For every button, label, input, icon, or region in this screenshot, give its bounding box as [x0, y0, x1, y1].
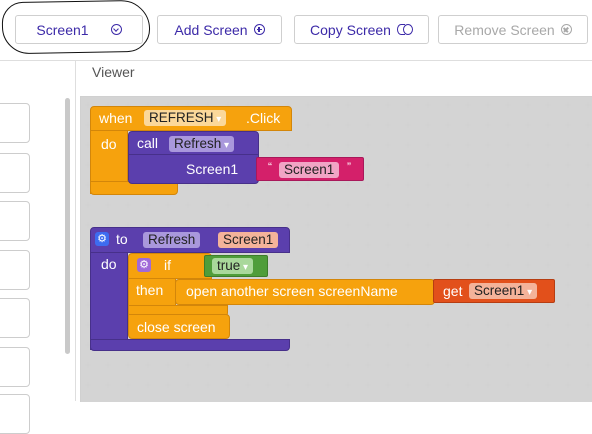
mutator-gear-icon[interactable]: ⚙	[137, 258, 151, 272]
plus-circle-icon	[253, 24, 265, 35]
call-label: call	[137, 135, 159, 151]
toolbar: Screen1 Add Screen Copy Screen Remove Sc…	[0, 0, 592, 60]
toolbar-divider	[0, 60, 592, 61]
procedure-param-field[interactable]: Screen1	[218, 232, 279, 248]
open-another-screen-label: open another screen screenName	[186, 283, 398, 299]
blocks-workspace[interactable]: when REFRESH .Click do call Refresh Scre…	[80, 96, 592, 402]
gear-icon[interactable]: ⚙	[95, 232, 109, 246]
when-label: when	[99, 110, 133, 126]
drawer-item[interactable]	[0, 201, 30, 241]
do-label: do	[101, 136, 117, 152]
then-label: then	[136, 282, 164, 298]
procedure-name-field[interactable]: Refresh	[143, 232, 201, 248]
drawer-item[interactable]	[0, 103, 30, 143]
ink-annotation-circle	[1, 0, 151, 55]
component-dropdown[interactable]: REFRESH	[144, 110, 227, 126]
add-screen-label: Add Screen	[174, 21, 248, 38]
event-name-label: .Click	[246, 110, 281, 126]
get-variable-dropdown[interactable]: Screen1	[469, 283, 538, 299]
drawer-item[interactable]	[0, 298, 30, 338]
text-string-value[interactable]: Screen1	[279, 162, 340, 178]
remove-screen-button[interactable]: Remove Screen	[438, 15, 588, 44]
close-screen-label: close screen	[137, 319, 216, 335]
quote-close-label: ”	[347, 160, 351, 174]
viewer-title: Viewer	[92, 64, 135, 80]
drawer-item[interactable]	[0, 347, 30, 387]
remove-screen-label: Remove Screen	[454, 21, 555, 38]
drawer-item[interactable]	[0, 153, 30, 193]
argument-name-label: Screen1	[186, 161, 239, 177]
add-screen-button[interactable]: Add Screen	[157, 15, 282, 44]
panel-divider	[75, 60, 76, 401]
drawer-item[interactable]	[0, 250, 30, 290]
get-label: get	[443, 283, 463, 299]
to-label: to	[116, 231, 128, 247]
copy-screen-label: Copy Screen	[310, 21, 391, 38]
logic-true-dropdown[interactable]: true	[212, 258, 254, 274]
close-circle-icon	[560, 24, 572, 35]
if-label: if	[164, 257, 171, 273]
procedure-do-label: do	[101, 256, 117, 272]
drawer-item[interactable]	[0, 394, 30, 434]
procedure-name-dropdown[interactable]: Refresh	[169, 136, 235, 152]
procedure-footer	[90, 339, 290, 351]
copy-screen-button[interactable]: Copy Screen	[294, 15, 429, 44]
copy-icon	[396, 24, 413, 35]
quote-open-label: “	[268, 160, 272, 174]
drawer-scrollbar[interactable]	[65, 98, 70, 354]
